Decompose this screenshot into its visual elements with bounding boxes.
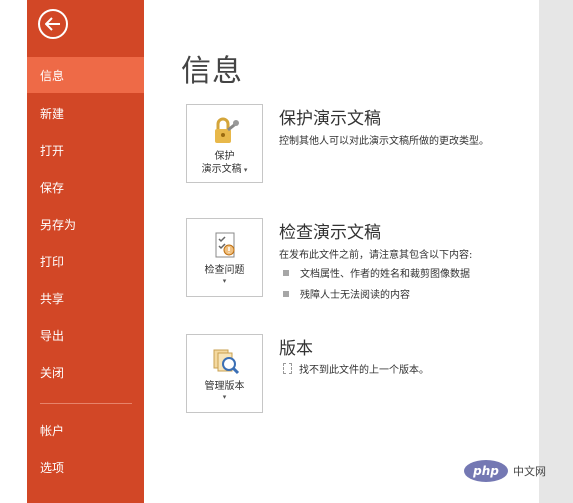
- watermark-text: 中文网: [513, 465, 546, 478]
- versions-icon: [208, 344, 242, 378]
- check-issues-label: 检查问题 ▾: [204, 265, 245, 285]
- sidebar-item-save[interactable]: 保存: [27, 169, 144, 205]
- inspect-document-icon: [208, 228, 242, 262]
- sidebar-divider: [40, 403, 132, 404]
- document-icon: [283, 363, 292, 374]
- sidebar-item-label: 关闭: [40, 365, 65, 380]
- protect-button-label: 保护 演示文稿 ▾: [201, 151, 248, 175]
- section-title-inspect: 检查演示文稿: [279, 223, 381, 243]
- sidebar-item-label: 选项: [40, 460, 65, 475]
- back-arrow-icon: [45, 17, 60, 31]
- sidebar-item-label: 新建: [40, 106, 65, 121]
- bullet-icon: [283, 269, 289, 276]
- sidebar-item-label: 共享: [40, 291, 65, 306]
- sidebar-item-label: 导出: [40, 328, 65, 343]
- list-item: 文档属性、作者的姓名和裁剪图像数据: [283, 265, 470, 280]
- backstage-sidebar: 信息 新建 打开 保存 另存为 打印 共享 导出 关闭 帐户 选项: [27, 0, 144, 503]
- version-status: 找不到此文件的上一个版本。: [283, 361, 429, 376]
- php-logo: php: [464, 460, 508, 482]
- protect-presentation-button[interactable]: 保护 演示文稿 ▾: [186, 104, 263, 183]
- check-issues-button[interactable]: 检查问题 ▾: [186, 218, 263, 297]
- dropdown-caret-icon: ▾: [222, 277, 227, 285]
- sidebar-item-print[interactable]: 打印: [27, 243, 144, 279]
- sidebar-item-label: 打开: [40, 143, 65, 158]
- right-strip: [539, 0, 573, 503]
- sidebar-item-options[interactable]: 选项: [27, 449, 144, 485]
- dropdown-caret-icon: ▾: [241, 166, 248, 174]
- dropdown-caret-icon: ▾: [222, 393, 227, 401]
- sidebar-item-export[interactable]: 导出: [27, 317, 144, 353]
- page-title: 信息: [181, 54, 243, 89]
- sidebar-item-label: 帐户: [40, 423, 65, 438]
- sidebar-item-open[interactable]: 打开: [27, 132, 144, 168]
- sidebar-item-info[interactable]: 信息: [27, 57, 144, 93]
- bullet-icon: [283, 290, 289, 297]
- sidebar-item-label: 信息: [40, 68, 65, 83]
- section-desc-inspect: 在发布此文件之前，请注意其包含以下内容:: [279, 250, 473, 261]
- info-panel: 信息 保护 演示文稿 ▾ 保护演示文稿 控制其他人可以对此演示文稿所做的更改类型…: [144, 0, 539, 503]
- section-title-protect: 保护演示文稿: [279, 109, 381, 129]
- lock-key-icon: [208, 114, 242, 148]
- sidebar-item-close[interactable]: 关闭: [27, 354, 144, 390]
- sidebar-item-label: 打印: [40, 254, 65, 269]
- section-desc-protect: 控制其他人可以对此演示文稿所做的更改类型。: [279, 136, 489, 147]
- sidebar-item-label: 另存为: [40, 217, 77, 232]
- back-button[interactable]: [38, 9, 68, 39]
- sidebar-item-share[interactable]: 共享: [27, 280, 144, 316]
- sidebar-item-save-as[interactable]: 另存为: [27, 206, 144, 242]
- manage-versions-button[interactable]: 管理版本 ▾: [186, 334, 263, 413]
- manage-versions-label: 管理版本 ▾: [204, 381, 245, 401]
- left-gutter: [0, 0, 27, 503]
- list-item: 残障人士无法阅读的内容: [283, 286, 410, 301]
- section-title-versions: 版本: [279, 339, 313, 359]
- sidebar-item-label: 保存: [40, 180, 65, 195]
- watermark: php 中文网: [464, 456, 564, 486]
- sidebar-item-account[interactable]: 帐户: [27, 412, 144, 448]
- sidebar-item-new[interactable]: 新建: [27, 95, 144, 131]
